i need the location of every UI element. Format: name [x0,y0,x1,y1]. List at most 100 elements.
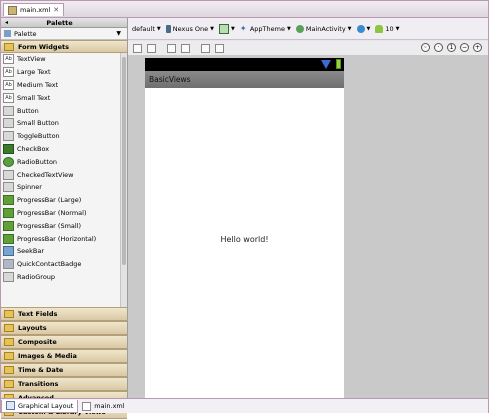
category-item[interactable]: Time & Date [1,363,127,377]
category-item[interactable]: Images & Media [1,349,127,363]
widget-ab-icon: Ab [3,79,14,90]
palette-scrollbar[interactable] [120,53,127,307]
widget-label: Small Button [17,119,59,128]
category-label: Form Widgets [18,42,69,51]
zoom-fit-icon[interactable]: ◦ [421,43,430,52]
activity-value: MainActivity [305,24,346,33]
widget-item[interactable]: RadioButton [1,155,127,168]
layout-actions-toolbar: ◦ · 1 − + [128,41,488,55]
toggle-outline-button[interactable] [201,43,210,53]
widget-item[interactable]: QuickContactBadge [1,258,127,271]
zoom-out-icon[interactable]: − [460,43,469,52]
tab-main-xml[interactable]: main.xml ✕ [3,3,65,16]
widget-item[interactable]: ProgressBar (Horizontal) [1,232,127,245]
widget-item[interactable]: ProgressBar (Normal) [1,207,127,220]
widget-bar-icon [3,195,14,206]
tab-graphical-layout[interactable]: Graphical Layout [1,399,79,413]
scrollbar-thumb[interactable] [122,57,126,265]
chevron-down-icon: ▼ [231,25,235,32]
zoom-actual-icon[interactable]: · [434,43,443,52]
widget-qc-icon [3,259,14,270]
widget-item[interactable]: Ab Small Text [1,91,127,104]
widget-ab-icon: Ab [3,67,14,78]
category-item[interactable]: Composite [1,335,127,349]
category-item[interactable]: Transitions [1,377,127,391]
widget-label: TextView [17,55,46,64]
widget-item[interactable]: ProgressBar (Large) [1,194,127,207]
widget-ab-icon: Ab [3,54,14,65]
chevron-down-icon: ▼ [210,25,214,32]
chevron-down-icon[interactable]: ▼ [116,30,121,37]
chevron-down-icon: ▼ [156,25,161,32]
chevron-down-icon: ▼ [395,25,400,32]
widget-item[interactable]: Ab Medium Text [1,79,127,92]
widget-item[interactable]: ToggleButton [1,130,127,143]
category-form-widgets[interactable]: Form Widgets [1,40,127,53]
widget-label: QuickContactBadge [17,260,82,269]
app-title-bar: BasicViews [145,71,344,88]
zoom-controls: ◦ · 1 − + [421,43,482,52]
widget-label: RadioGroup [17,272,56,281]
layout-dropdown-button[interactable] [181,43,190,53]
widget-item[interactable]: ProgressBar (Small) [1,219,127,232]
widget-label: Large Text [17,68,51,77]
locale-dropdown[interactable]: ▼ [356,24,370,33]
widget-btn-icon [3,271,14,282]
widget-item[interactable]: Small Button [1,117,127,130]
hello-textview[interactable]: Hello world! [145,235,344,244]
activity-dropdown[interactable]: MainActivity ▼ [295,24,352,33]
editor-tab-bar: main.xml ✕ [1,1,488,18]
layout-canvas[interactable]: BasicViews Hello world! [128,55,488,398]
widget-item[interactable]: SeekBar [1,245,127,258]
xml-file-icon [8,5,17,15]
close-icon[interactable]: ✕ [53,6,59,14]
widget-label: Spinner [17,183,42,192]
match-height-button[interactable] [147,43,156,53]
folder-icon [4,42,14,51]
category-label: Images & Media [18,352,77,360]
android-icon [375,24,384,33]
widget-item[interactable]: Ab Large Text [1,66,127,79]
device-screen[interactable]: BasicViews Hello world! [145,58,344,398]
category-label: Layouts [18,324,47,332]
tab-label: main.xml [94,402,125,410]
toggle-bounds-button[interactable] [215,43,224,53]
category-item[interactable]: Layouts [1,321,127,335]
theme-value: AppTheme [249,24,285,33]
widget-btn-icon [3,131,14,142]
api-level-value: 10 [385,24,394,33]
match-width-button[interactable] [133,43,142,53]
tab-label: Graphical Layout [18,401,74,410]
editor-window: main.xml ✕ ◂ Palette Palette ▼ Form Widg… [0,0,489,419]
widget-item[interactable]: Button [1,104,127,117]
phone-icon [165,24,171,33]
palette-header: ◂ Palette [1,18,127,28]
preview-button[interactable] [167,43,176,53]
theme-star-icon: ✦ [239,23,247,33]
folder-icon [4,352,14,360]
api-level-dropdown[interactable]: 10 ▼ [375,24,400,33]
editor-mode-tabs: Graphical Layout main.xml [1,398,488,413]
orientation-dropdown[interactable]: ▼ [219,23,235,34]
folder-icon [4,366,14,374]
widget-list: Ab TextView Ab Large Text Ab Medium Text Ab Sma… [1,53,127,307]
zoom-reset-icon[interactable]: 1 [447,43,456,52]
category-item[interactable]: Text Fields [1,307,127,321]
palette-panel: ◂ Palette Palette ▼ Form Widgets Ab TextV… [1,18,128,419]
widget-label: ProgressBar (Normal) [17,208,87,217]
widget-item[interactable]: Spinner [1,181,127,194]
folder-icon [4,310,14,318]
config-dropdown[interactable]: default ▼ [132,25,161,33]
theme-dropdown[interactable]: ✦ AppTheme ▼ [239,23,291,33]
widget-item[interactable]: CheckedTextView [1,168,127,181]
widget-item[interactable]: Ab TextView [1,53,127,66]
collapse-arrow-icon[interactable]: ◂ [5,19,12,26]
zoom-in-icon[interactable]: + [473,43,482,52]
widget-item[interactable]: RadioGroup [1,271,127,284]
widget-chk-icon [3,143,14,154]
device-dropdown[interactable]: Nexus One ▼ [165,24,214,33]
palette-mode-selector[interactable]: Palette ▼ [1,28,127,40]
widget-item[interactable]: CheckBox [1,143,127,156]
tab-xml-source[interactable]: main.xml [78,400,128,412]
category-label: Composite [18,338,57,346]
